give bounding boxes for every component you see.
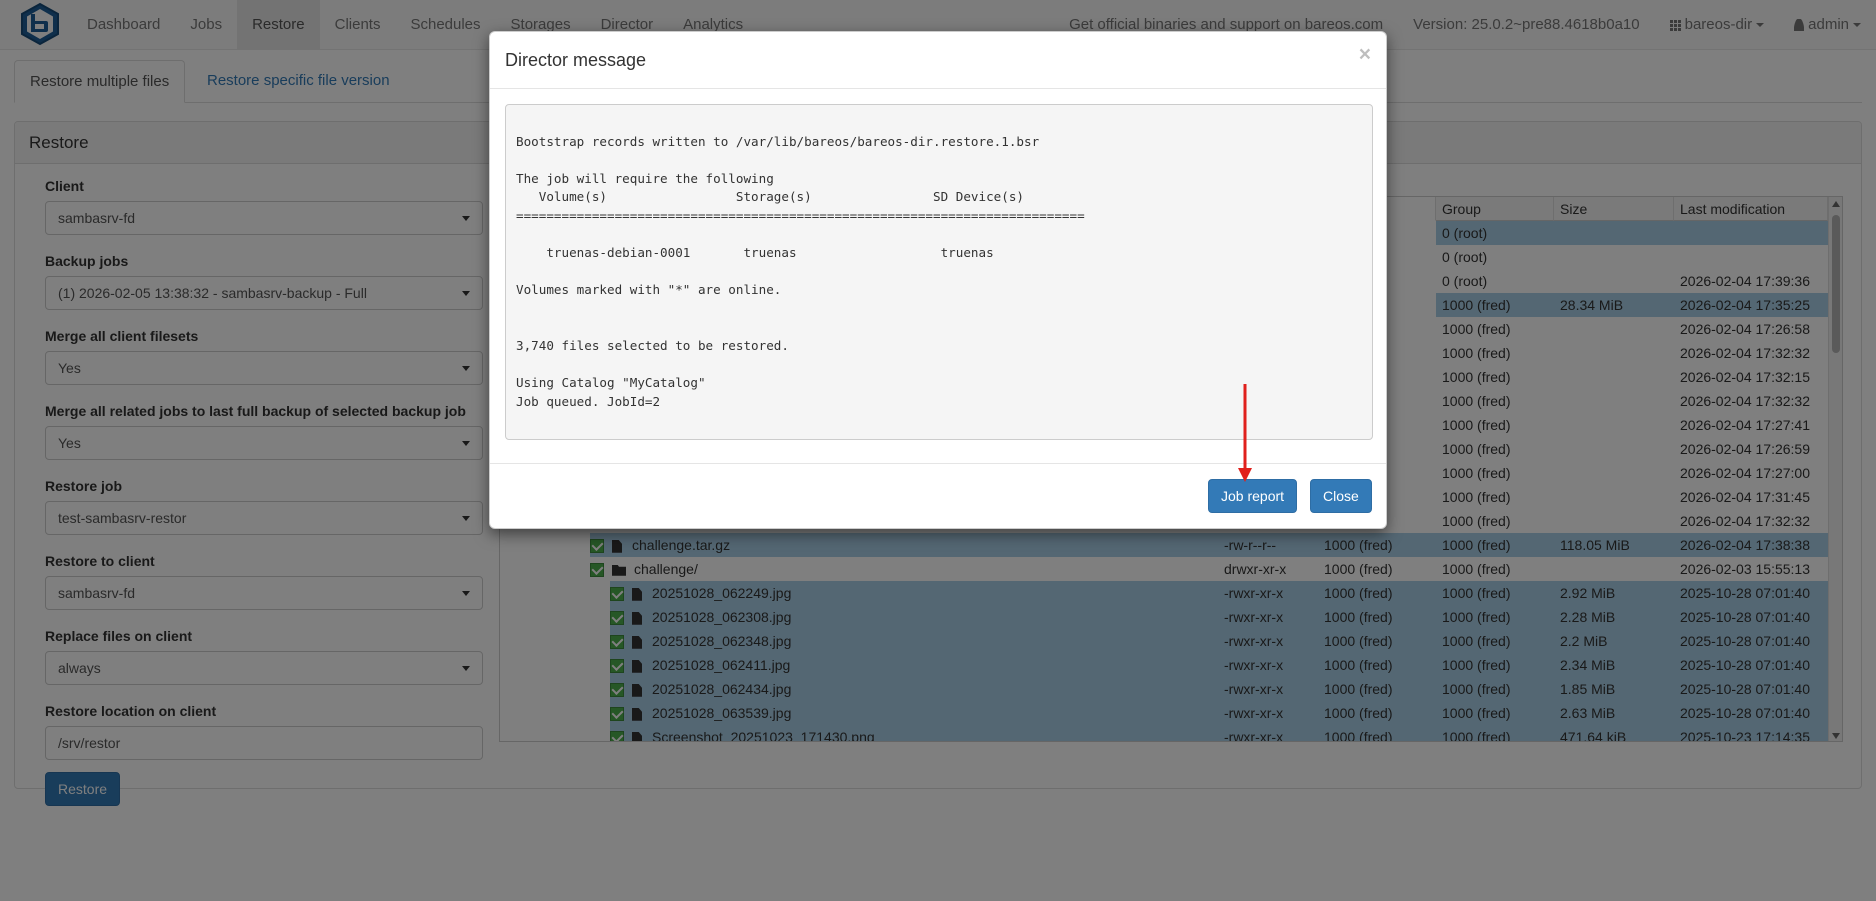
- modal-header: Director message ×: [490, 32, 1386, 89]
- close-icon[interactable]: ×: [1359, 44, 1371, 65]
- job-report-button[interactable]: Job report: [1208, 479, 1298, 513]
- modal-title: Director message: [505, 50, 647, 70]
- close-button[interactable]: Close: [1310, 479, 1372, 513]
- annotation-arrow-icon: [1238, 384, 1252, 482]
- director-message-dialog: Director message × Bootstrap records wri…: [489, 31, 1387, 529]
